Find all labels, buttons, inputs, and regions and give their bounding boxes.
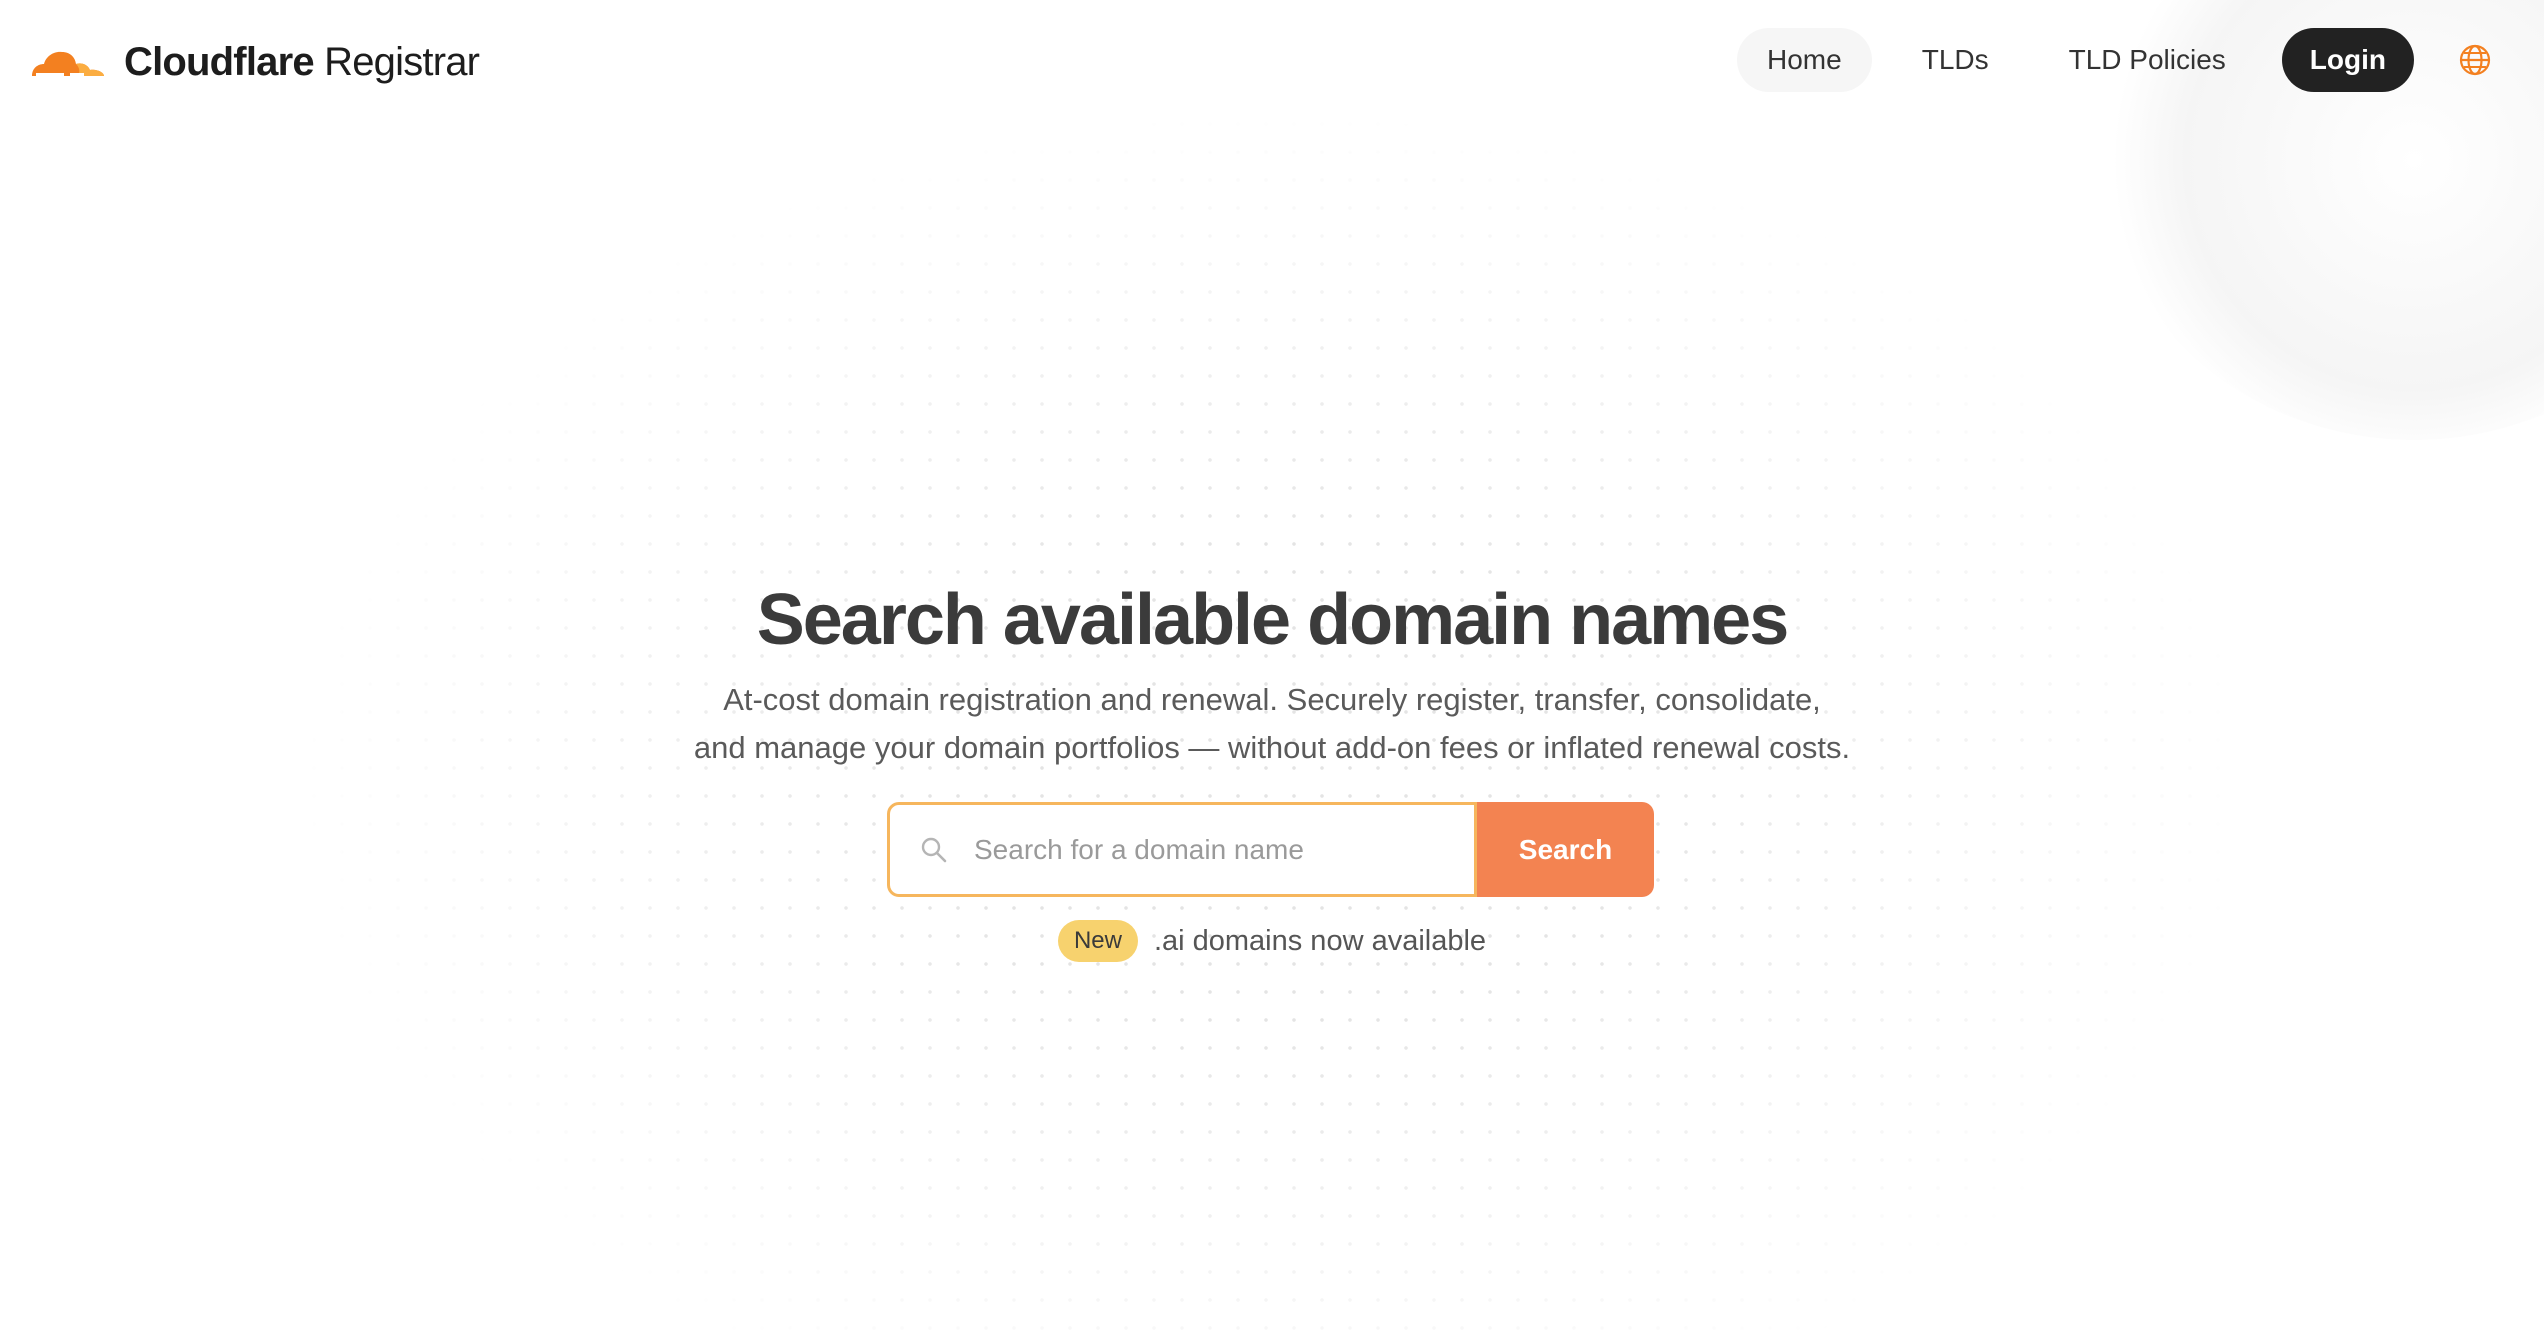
nav-tld-policies[interactable]: TLD Policies xyxy=(2039,28,2256,92)
cloud-logo-icon xyxy=(32,51,104,76)
login-button[interactable]: Login xyxy=(2281,28,2414,92)
promo-announcement[interactable]: New .ai domains now available xyxy=(0,920,2544,962)
brand-name: Cloudflare Registrar xyxy=(124,39,480,85)
hero-subtitle-line-1: At-cost domain registration and renewal.… xyxy=(723,682,1821,717)
page: Cloudflare Registrar Home TLDs TLD Polic… xyxy=(0,0,2544,1332)
brand-name-regular: Registrar xyxy=(324,39,480,84)
brand-name-bold: Cloudflare xyxy=(124,39,315,84)
search-field[interactable] xyxy=(887,802,1477,897)
hero-section: Search available domain names At-cost do… xyxy=(0,576,2544,772)
brand-link[interactable]: Cloudflare Registrar xyxy=(26,36,480,88)
nav-tlds[interactable]: TLDs xyxy=(1892,28,2019,92)
globe-icon[interactable] xyxy=(2458,43,2492,77)
hero-subtitle-line-2: and manage your domain portfolios — with… xyxy=(693,730,1851,765)
domain-search-form: Search xyxy=(887,802,1654,897)
search-icon xyxy=(921,837,947,862)
search-button[interactable]: Search xyxy=(1477,802,1654,897)
main-nav: Home TLDs TLD Policies Login xyxy=(1737,28,2544,92)
page-title: Search available domain names xyxy=(756,580,1790,660)
promo-text[interactable]: .ai domains now available xyxy=(1154,925,1486,958)
hero-subtitle: At-cost domain registration and renewal.… xyxy=(622,676,1922,772)
domain-search-input[interactable] xyxy=(972,832,1446,867)
nav-home[interactable]: Home xyxy=(1737,28,1872,92)
new-badge: New xyxy=(1057,920,1138,962)
top-header: Cloudflare Registrar Home TLDs TLD Polic… xyxy=(0,0,2544,120)
